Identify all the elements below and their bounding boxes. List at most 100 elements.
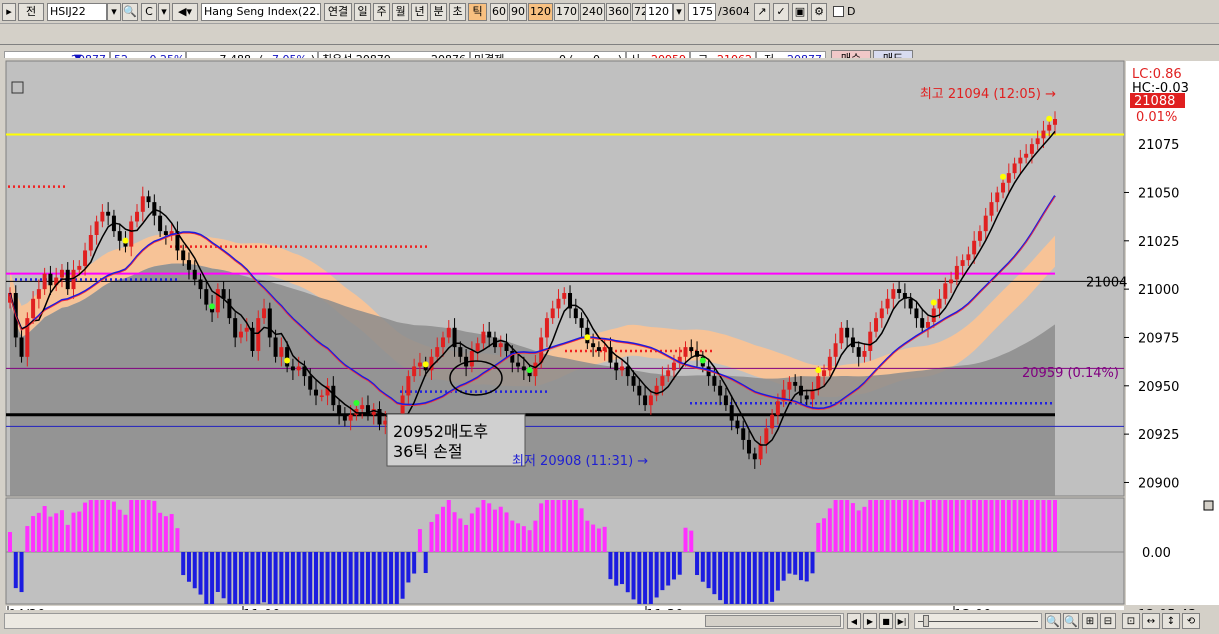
tab-month[interactable]: 월 — [392, 3, 409, 21]
tool-a-icon[interactable]: ⊞ — [1082, 613, 1098, 629]
candle — [192, 269, 197, 280]
price-chart[interactable]: 20952매도후36틱 손절 최고 21094 (12:05) → 최저 20908… — [0, 46, 1219, 634]
candle — [441, 337, 446, 348]
osc-bar — [908, 500, 913, 552]
high-annotation: 최고 21094 (12:05) → — [920, 87, 1056, 102]
osc-bar — [65, 524, 70, 552]
link-dropdown-icon[interactable]: ▾ — [158, 3, 170, 21]
symbol-input[interactable]: HSIJ22 — [47, 3, 107, 21]
signal-dot — [422, 361, 429, 368]
osc-bar — [608, 552, 613, 580]
period-input[interactable]: 120 — [645, 3, 673, 21]
candle — [31, 298, 36, 319]
candle — [666, 370, 671, 377]
symbol-dropdown-icon[interactable]: ▾ — [107, 3, 121, 21]
candle — [163, 231, 168, 235]
tool-f-icon[interactable]: ⟲ — [1182, 613, 1200, 629]
osc-bar — [671, 552, 676, 580]
candle — [238, 331, 243, 338]
osc-bar — [972, 500, 977, 552]
candle — [643, 395, 648, 406]
tool-e-icon[interactable]: ↕ — [1162, 613, 1180, 629]
osc-bar — [954, 500, 959, 552]
osc-bar — [492, 509, 497, 552]
candle — [77, 265, 82, 270]
d-checkbox[interactable] — [833, 6, 844, 17]
chart-type-icon[interactable]: ✓ — [773, 3, 789, 21]
tick-option-90[interactable]: 90 — [509, 3, 527, 21]
tick-option-60[interactable]: 60 — [490, 3, 508, 21]
osc-bar — [729, 552, 734, 604]
count-input[interactable]: 175 — [688, 3, 716, 21]
osc-bar — [758, 552, 763, 604]
scroll-left-icon[interactable]: ◀ — [847, 613, 861, 629]
candle — [129, 221, 134, 247]
jeon-button[interactable]: 전 — [18, 3, 44, 21]
candle — [868, 331, 873, 351]
osc-bar — [406, 552, 411, 583]
sound-icon[interactable]: ◀▾ — [172, 3, 198, 21]
y-tick-label: 21075 — [1138, 138, 1179, 153]
tick-option-360[interactable]: 360 — [606, 3, 631, 21]
signal-dot — [699, 357, 706, 364]
osc-bar — [602, 526, 607, 552]
tab-minute[interactable]: 분 — [430, 3, 447, 21]
candle — [972, 240, 977, 255]
search-icon[interactable]: 🔍 — [122, 3, 138, 21]
tick-option-240[interactable]: 240 — [580, 3, 605, 21]
tab-day[interactable]: 일 — [354, 3, 371, 21]
osc-bar — [129, 500, 134, 552]
tab-tick[interactable]: 틱 — [468, 3, 487, 21]
tab-second[interactable]: 초 — [449, 3, 466, 21]
candle — [591, 343, 596, 348]
osc-bar — [215, 552, 220, 592]
scroll-right-icon[interactable]: ▶ — [863, 613, 877, 629]
osc-bar — [544, 500, 549, 552]
osc-bar — [931, 500, 936, 552]
tool-b-icon[interactable]: ⊟ — [1100, 613, 1116, 629]
stop-icon[interactable]: ■ — [879, 613, 893, 629]
candle — [1035, 138, 1040, 145]
save-icon[interactable]: ▣ — [792, 3, 808, 21]
candle — [417, 362, 422, 367]
osc-bar — [735, 552, 740, 604]
y-tick-label: 20900 — [1138, 476, 1179, 491]
osc-bar — [290, 552, 295, 604]
tick-option-170[interactable]: 170 — [554, 3, 579, 21]
tab-week[interactable]: 주 — [373, 3, 390, 21]
zoom-in-icon[interactable]: 🔍 — [1063, 613, 1079, 629]
indicator-icon[interactable]: ↗ — [754, 3, 770, 21]
osc-bar — [331, 552, 336, 604]
osc-bar — [158, 512, 163, 552]
tab-year[interactable]: 년 — [411, 3, 428, 21]
scroll-thumb[interactable] — [705, 615, 841, 627]
tab-yeongyeol[interactable]: 연결 — [324, 3, 352, 21]
osc-bar — [822, 518, 827, 552]
link-icon[interactable]: C — [141, 3, 157, 21]
osc-bar — [995, 500, 1000, 552]
candle — [406, 376, 411, 396]
period-dropdown-icon[interactable]: ▾ — [673, 3, 685, 21]
zoom-slider-handle[interactable] — [923, 615, 929, 627]
zoom-out-icon[interactable]: 🔍 — [1045, 613, 1061, 629]
candle — [804, 395, 809, 400]
osc-bar — [111, 501, 116, 552]
osc-bar — [302, 552, 307, 604]
osc-bar — [498, 506, 503, 552]
candle — [487, 331, 492, 338]
candle — [198, 279, 203, 290]
tick-option-120[interactable]: 120 — [528, 3, 553, 21]
candle — [59, 269, 64, 278]
zoom-slider[interactable] — [914, 613, 1042, 629]
candle — [158, 215, 163, 232]
end-icon[interactable]: ▶| — [895, 613, 909, 629]
settings-icon[interactable]: ⚙ — [811, 3, 827, 21]
candle — [117, 231, 122, 241]
scroll-track[interactable] — [4, 613, 844, 629]
tool-d-icon[interactable]: ↔ — [1142, 613, 1160, 629]
candle — [533, 362, 538, 377]
candle — [550, 308, 555, 319]
menu-toggle-button[interactable]: ▸ — [2, 3, 16, 21]
osc-bar — [371, 552, 376, 604]
tool-c-icon[interactable]: ⊡ — [1122, 613, 1140, 629]
